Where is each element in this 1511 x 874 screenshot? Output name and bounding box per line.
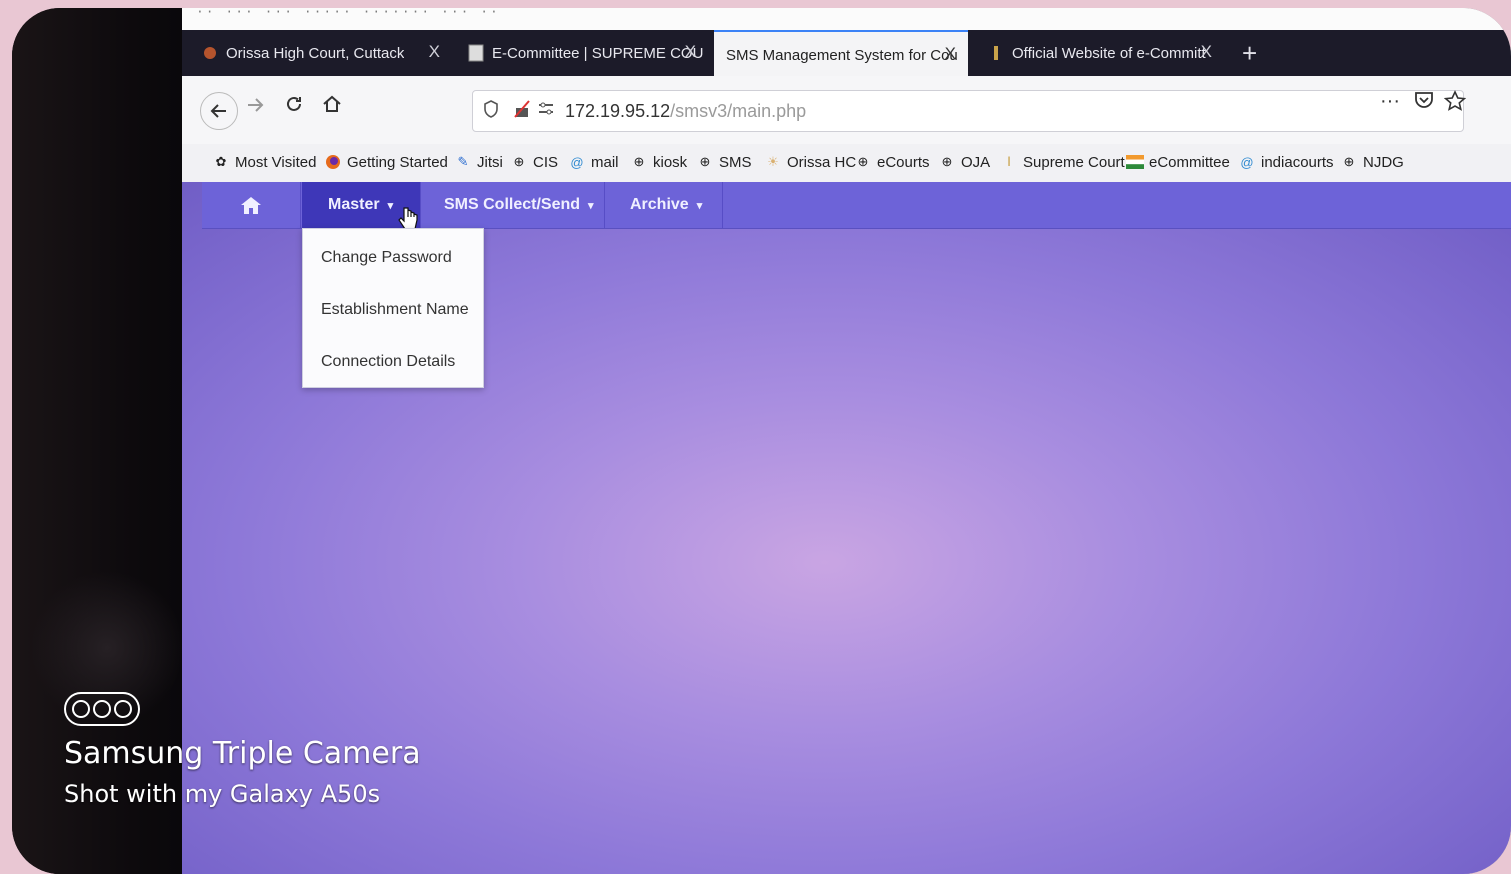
- url-path: /smsv3/main.php: [670, 101, 807, 121]
- shield-icon: [483, 100, 499, 123]
- app-navbar: Master ▾ SMS Collect/Send ▾ Archive ▾: [202, 182, 1511, 230]
- tab-orissa-high-court[interactable]: Orissa High Court, Cuttack X: [188, 30, 452, 76]
- globe-icon: @: [1240, 154, 1254, 170]
- nav-archive-label: Archive: [630, 196, 689, 213]
- nav-home[interactable]: [202, 182, 300, 228]
- court-emblem-icon: [202, 45, 218, 61]
- bookmark-supreme-court[interactable]: Ⅰ Supreme Court: [1000, 153, 1125, 171]
- nav-divider: [722, 182, 723, 228]
- tab-e-committee[interactable]: E-Committee | SUPREME COU X: [454, 30, 708, 76]
- address-bar[interactable]: 172.19.95.12/smsv3/main.php: [472, 90, 1464, 132]
- home-icon: [241, 197, 261, 214]
- firefox-icon: [324, 153, 342, 171]
- court-emblem-icon: ☀: [767, 154, 779, 169]
- tab-title: SMS Management System for Cou: [726, 46, 958, 64]
- bookmark-oja[interactable]: ⊕ OJA: [938, 153, 991, 171]
- tab-title: E-Committee | SUPREME COU: [492, 44, 704, 62]
- nav-divider: [604, 182, 605, 228]
- watermark-title: Samsung Triple Camera: [64, 736, 421, 771]
- globe-icon: ⊕: [633, 154, 645, 169]
- globe-icon: ⊕: [941, 154, 953, 169]
- tab-close-icon[interactable]: X: [429, 42, 440, 62]
- browser-tab-strip: Orissa High Court, Cuttack X E-Committee…: [182, 30, 1511, 78]
- browser-toolbar: 172.19.95.12/smsv3/main.php ···: [182, 76, 1511, 144]
- arrow-left-icon: [210, 104, 226, 118]
- globe-icon: ⊕: [699, 154, 711, 169]
- home-icon: [323, 95, 341, 112]
- insecure-lock-icon[interactable]: [513, 100, 531, 123]
- watermark-subtitle: Shot with my Galaxy A50s: [64, 780, 381, 808]
- home-button[interactable]: [322, 94, 342, 120]
- new-tab-button[interactable]: +: [1242, 38, 1257, 69]
- arrow-right-icon: [248, 98, 264, 112]
- globe-icon: ⊕: [857, 154, 869, 169]
- url-host: 172.19.95.12: [565, 101, 671, 121]
- jitsi-icon: ✎: [457, 154, 469, 169]
- nav-divider: [420, 182, 421, 228]
- pocket-icon[interactable]: [1414, 90, 1434, 116]
- menu-item-change-password[interactable]: Change Password: [321, 249, 452, 267]
- bookmark-jitsi[interactable]: ✎ Jitsi: [454, 153, 503, 171]
- bookmark-kiosk[interactable]: ⊕ kiosk: [630, 153, 688, 171]
- forward-button[interactable]: [246, 94, 264, 120]
- menu-item-connection-details[interactable]: Connection Details: [321, 353, 455, 371]
- bookmark-ecourts[interactable]: ⊕ eCourts: [854, 153, 930, 171]
- bookmark-ecommittee[interactable]: eCommittee: [1126, 153, 1230, 171]
- nav-master-label: Master: [328, 196, 380, 213]
- tab-close-icon[interactable]: X: [1201, 42, 1212, 62]
- bookmark-most-visited[interactable]: ✿ Most Visited: [212, 153, 317, 171]
- bookmark-indiacourts[interactable]: @ indiacourts: [1238, 153, 1333, 171]
- chevron-down-icon: ▾: [696, 199, 703, 212]
- chevron-down-icon: ▾: [387, 199, 394, 212]
- document-icon: [468, 44, 484, 62]
- tab-sms-management[interactable]: SMS Management System for Cou X: [714, 30, 968, 78]
- star-icon[interactable]: [1443, 90, 1467, 118]
- globe-icon: ⊕: [513, 154, 525, 169]
- reload-button[interactable]: [284, 94, 304, 120]
- tab-close-icon[interactable]: X: [685, 42, 696, 62]
- mail-icon: @: [570, 154, 584, 170]
- terminal-sliver: ·· ··· ··· ····· ······· ··· ··: [182, 8, 1511, 30]
- triple-camera-icon: [64, 692, 140, 726]
- emblem-icon: [988, 45, 1004, 61]
- tab-official-e-committee[interactable]: Official Website of e-Committ X: [974, 30, 1224, 76]
- menu-item-establishment-name[interactable]: Establishment Name: [321, 301, 469, 319]
- emblem-icon: Ⅰ: [1007, 154, 1011, 169]
- bookmark-njdg[interactable]: ⊕ NJDG: [1340, 153, 1404, 171]
- back-button[interactable]: [200, 92, 238, 130]
- tab-title: Orissa High Court, Cuttack: [226, 44, 405, 62]
- page-actions-menu[interactable]: ···: [1380, 90, 1400, 113]
- bookmarks-bar: ✿ Most Visited Getting Started ✎ Jitsi ⊕ CI…: [182, 144, 1511, 183]
- globe-icon: ⊕: [1343, 154, 1355, 169]
- url-text[interactable]: 172.19.95.12/smsv3/main.php: [565, 101, 806, 122]
- nav-sms-collect-send[interactable]: SMS Collect/Send ▾: [422, 182, 604, 228]
- tab-title: Official Website of e-Committ: [1012, 44, 1206, 62]
- bookmark-mail[interactable]: @ mail: [568, 153, 618, 171]
- tab-close-icon[interactable]: X: [945, 44, 956, 64]
- permissions-icon[interactable]: [537, 100, 555, 123]
- bookmark-sms[interactable]: ⊕ SMS: [696, 153, 752, 171]
- photo-frame: ·· ··· ··· ····· ······· ··· ·· Orissa H…: [12, 8, 1511, 874]
- master-dropdown-menu: Change Password Establishment Name Conne…: [302, 228, 484, 388]
- reload-icon: [287, 96, 301, 111]
- bookmark-getting-started[interactable]: Getting Started: [324, 153, 448, 171]
- nav-divider: [300, 182, 301, 228]
- terminal-text: ·· ··· ··· ····· ······· ··· ··: [196, 8, 500, 19]
- bookmark-cis[interactable]: ⊕ CIS: [510, 153, 558, 171]
- chevron-down-icon: ▾: [588, 199, 594, 212]
- nav-archive[interactable]: Archive ▾: [606, 182, 722, 228]
- flag-icon: [1126, 153, 1144, 171]
- nav-sms-label: SMS Collect/Send: [444, 196, 581, 213]
- bookmark-orissa-hc[interactable]: ☀ Orissa HC: [764, 153, 856, 171]
- gear-icon: ✿: [215, 154, 227, 169]
